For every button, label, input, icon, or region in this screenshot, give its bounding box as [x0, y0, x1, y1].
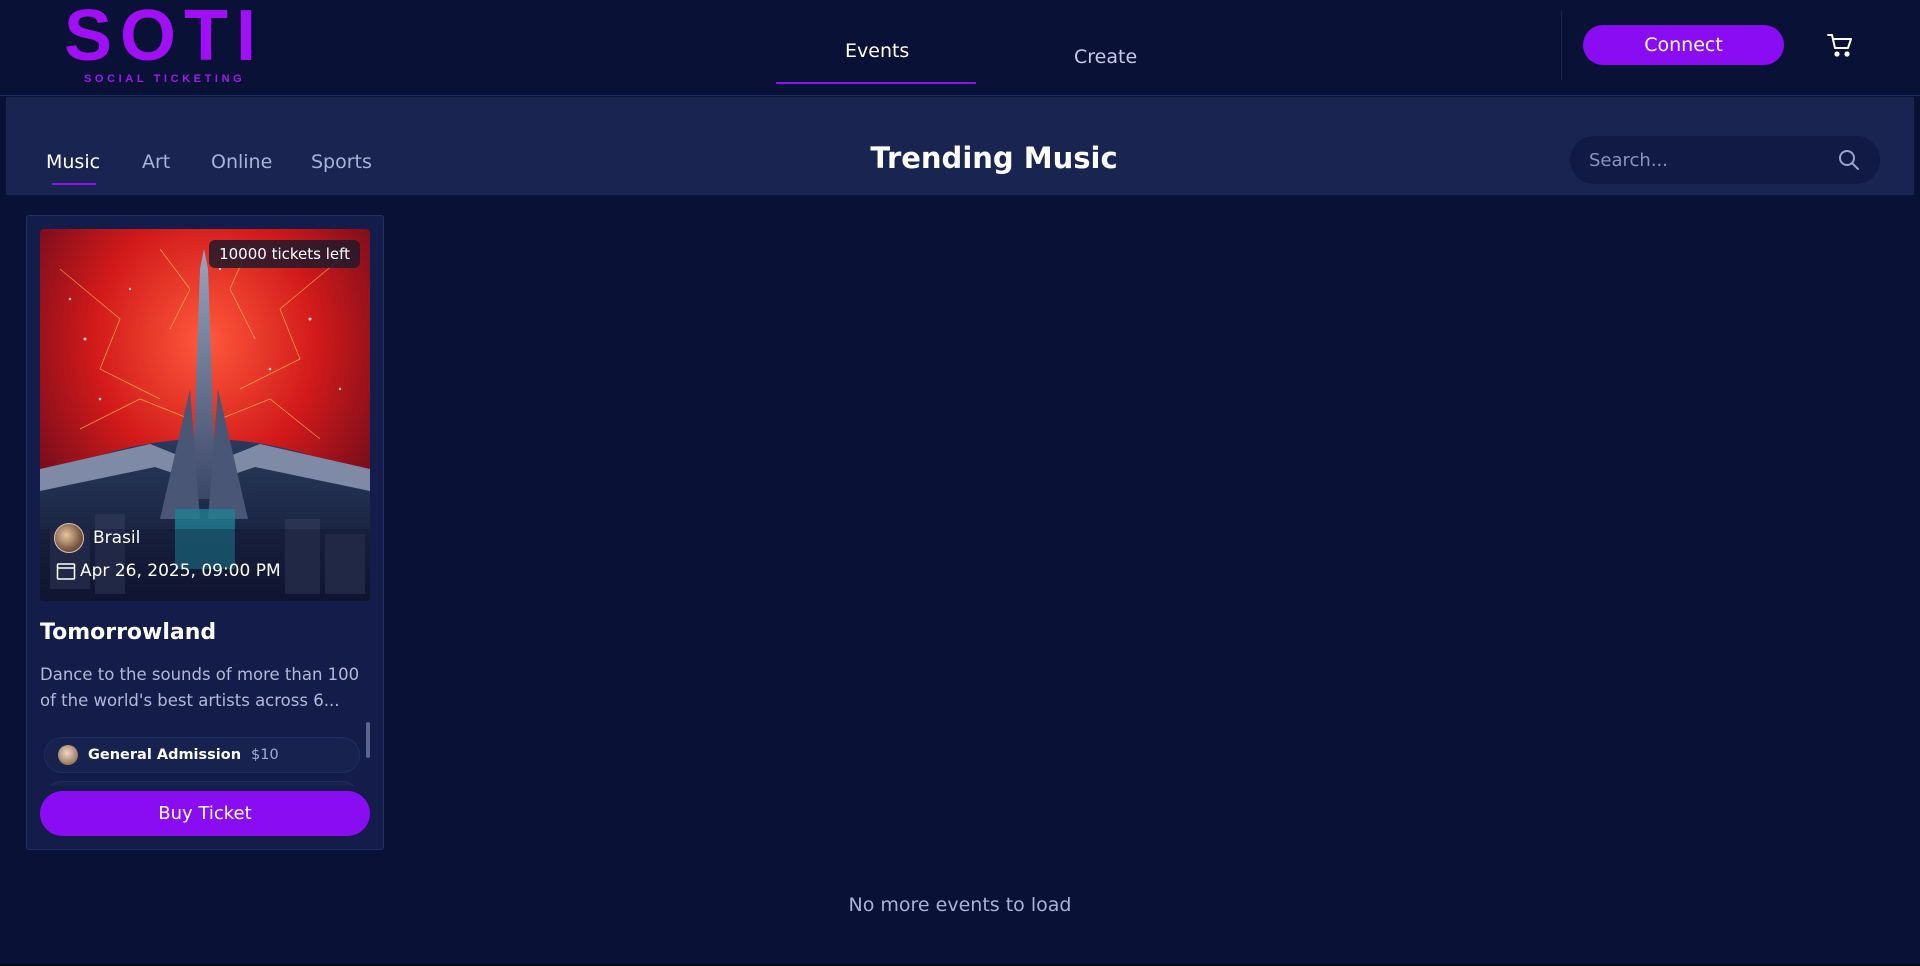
- search-input[interactable]: [1570, 136, 1830, 184]
- active-nav-indicator: [776, 82, 976, 84]
- connect-wallet-button[interactable]: Connect: [1583, 25, 1784, 65]
- ticket-type-avatar: [58, 745, 78, 765]
- event-date: Apr 26, 2025, 09:00 PM: [56, 561, 281, 581]
- event-title[interactable]: Tomorrowland: [40, 620, 216, 645]
- event-location: Brasil: [54, 523, 140, 553]
- ticket-type-item-partial[interactable]: [44, 781, 360, 786]
- no-more-events-message: No more events to load: [848, 894, 1072, 916]
- active-category-indicator: [52, 183, 96, 185]
- event-description: Dance to the sounds of more than 100 of …: [40, 665, 360, 710]
- nav-tab-events[interactable]: Events: [845, 40, 909, 62]
- calendar-icon: [56, 563, 76, 580]
- event-image[interactable]: 10000 tickets left Brasil Apr 26, 2025, …: [40, 229, 370, 601]
- event-card[interactable]: 10000 tickets left Brasil Apr 26, 2025, …: [26, 215, 384, 850]
- logo-subtitle: SOCIAL TICKETING: [84, 73, 246, 85]
- logo-wordmark: SOTI: [64, 0, 265, 76]
- location-avatar: [54, 523, 84, 553]
- search-box: [1570, 136, 1880, 184]
- ticket-type-price: $10: [251, 747, 279, 763]
- tickets-left-badge: 10000 tickets left: [209, 240, 360, 268]
- header-divider: [1561, 10, 1562, 80]
- date-text: Apr 26, 2025, 09:00 PM: [80, 561, 281, 581]
- soti-logo[interactable]: SOTI SOCIAL TICKETING: [64, 0, 256, 88]
- ticket-type-name: General Admission: [88, 747, 242, 763]
- ticket-type-item[interactable]: General Admission $10: [44, 737, 360, 773]
- ticket-list-scrollbar[interactable]: [366, 722, 370, 758]
- ticket-type-list[interactable]: General Admission $10: [40, 730, 370, 786]
- cart-icon[interactable]: [1827, 32, 1853, 58]
- search-icon[interactable]: [1838, 149, 1860, 171]
- location-text: Brasil: [93, 528, 141, 548]
- category-bar: Music Art Online Sports Trending Music: [6, 97, 1914, 195]
- buy-ticket-button[interactable]: Buy Ticket: [40, 791, 370, 836]
- nav-tab-create[interactable]: Create: [1074, 46, 1137, 68]
- top-navigation-bar: SOTI SOCIAL TICKETING Events Create Conn…: [0, 0, 1920, 96]
